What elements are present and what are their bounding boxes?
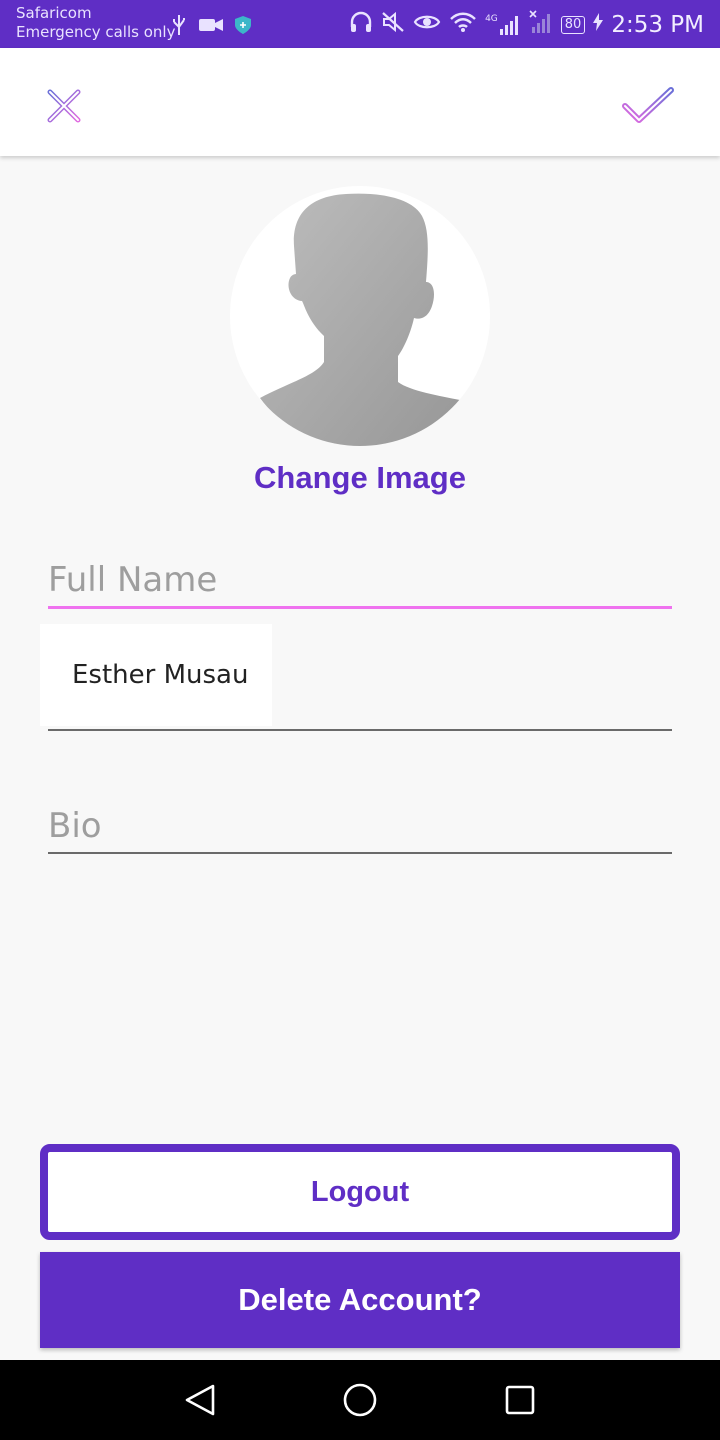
bio-field[interactable]: Bio xyxy=(48,802,672,854)
logout-button[interactable]: Logout xyxy=(40,1144,680,1240)
full-name-label: Full Name xyxy=(48,560,218,600)
emergency-text: Emergency calls only xyxy=(16,23,176,41)
full-name-input[interactable]: Esther Musau xyxy=(40,624,272,726)
wifi-icon xyxy=(449,11,477,38)
close-button[interactable] xyxy=(40,82,88,130)
check-icon xyxy=(622,87,674,123)
recents-icon xyxy=(505,1385,535,1415)
nav-home-button[interactable] xyxy=(340,1380,380,1420)
delete-account-button[interactable]: Delete Account? xyxy=(40,1252,680,1348)
full-name-underline xyxy=(48,606,672,609)
signal-off-icon xyxy=(529,10,553,39)
full-name-value-underline xyxy=(48,729,672,731)
system-nav-bar xyxy=(0,1360,720,1440)
app-header xyxy=(0,48,720,156)
full-name-field[interactable]: Full Name xyxy=(48,556,672,609)
charging-icon xyxy=(593,13,604,36)
confirm-button[interactable] xyxy=(616,82,680,130)
home-icon xyxy=(343,1383,377,1417)
headphones-icon xyxy=(349,11,373,38)
shield-icon xyxy=(234,15,252,40)
profile-avatar[interactable] xyxy=(230,186,490,446)
clock: 2:53 PM xyxy=(611,11,704,38)
carrier-info: Safaricom Emergency calls only xyxy=(16,4,175,42)
carrier-name: Safaricom xyxy=(16,4,92,22)
eye-icon xyxy=(413,12,441,37)
close-icon xyxy=(47,89,81,123)
bio-underline xyxy=(48,852,672,854)
signal-icon: 4G xyxy=(485,14,521,36)
mute-icon xyxy=(381,11,405,38)
back-icon xyxy=(185,1384,215,1416)
nav-recents-button[interactable] xyxy=(500,1380,540,1420)
video-icon xyxy=(198,16,224,39)
usb-icon xyxy=(170,14,188,41)
battery-icon: 80 xyxy=(560,15,586,34)
network-type: 4G xyxy=(485,13,498,24)
avatar-placeholder-icon xyxy=(260,193,460,446)
status-left-icons xyxy=(170,14,252,41)
change-image-button[interactable]: Change Image xyxy=(0,460,720,496)
bio-label: Bio xyxy=(48,806,102,846)
nav-back-button[interactable] xyxy=(180,1380,220,1420)
status-right: 4G 80 2:53 PM xyxy=(349,10,704,39)
full-name-value-underline-wrap xyxy=(48,729,672,731)
status-bar: Safaricom Emergency calls only 4G 80 2:5… xyxy=(0,0,720,48)
